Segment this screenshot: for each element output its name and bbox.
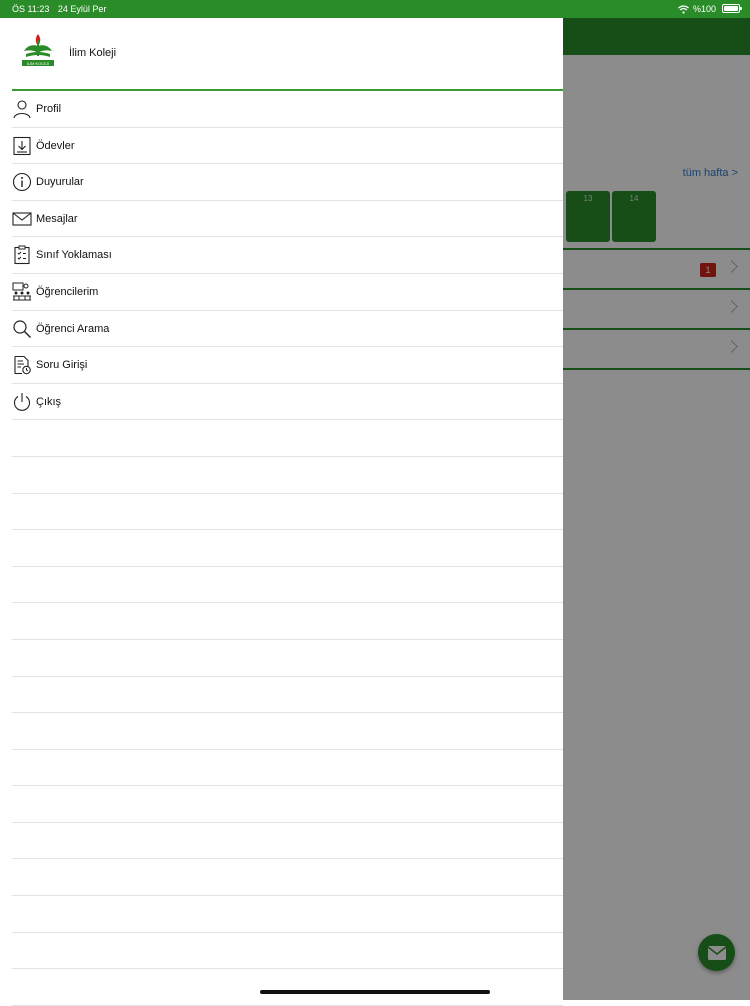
menu-item-label: Duyurular — [36, 176, 84, 189]
menu-item-label: Sınıf Yoklaması — [36, 249, 112, 262]
status-time: ÖS 11:23 — [12, 4, 50, 14]
empty-row — [12, 823, 563, 860]
empty-row — [12, 457, 563, 494]
menu-item-question-entry[interactable]: Soru Girişi — [12, 347, 563, 384]
home-indicator[interactable] — [260, 990, 490, 994]
side-drawer: İLİM KOLEJİ İlim Koleji Profil Ödevler D… — [0, 0, 563, 1006]
drawer-header: İLİM KOLEJİ İlim Koleji — [0, 18, 563, 90]
empty-row — [12, 677, 563, 714]
info-icon — [12, 173, 32, 192]
battery-icon — [722, 4, 742, 13]
drawer-menu: Profil Ödevler Duyurular Mesajlar Sınıf … — [12, 91, 563, 1006]
search-icon — [13, 319, 31, 338]
empty-row — [12, 786, 563, 823]
envelope-icon — [12, 212, 32, 226]
menu-item-announcements[interactable]: Duyurular — [12, 164, 563, 201]
status-date: 24 Eylül Per — [57, 4, 107, 14]
empty-row — [12, 530, 563, 567]
status-bar: ÖS 11:23 24 Eylül Per %100 — [0, 0, 750, 18]
menu-item-attendance[interactable]: Sınıf Yoklaması — [12, 237, 563, 274]
menu-item-student-search[interactable]: Öğrenci Arama — [12, 311, 563, 348]
battery-percent: %100 — [692, 4, 716, 14]
power-icon — [13, 392, 31, 411]
menu-item-label: Öğrencilerim — [36, 285, 99, 298]
question-entry-icon — [14, 356, 31, 375]
empty-row — [12, 494, 563, 531]
empty-row — [12, 933, 563, 970]
empty-row — [12, 750, 563, 787]
empty-row — [12, 969, 563, 1006]
empty-row — [12, 713, 563, 750]
menu-item-homework[interactable]: Ödevler — [12, 128, 563, 165]
logo-text: İLİM KOLEJİ — [27, 61, 50, 66]
menu-item-label: Profil — [36, 103, 62, 115]
menu-item-label: Öğrenci Arama — [36, 322, 110, 335]
empty-row — [12, 640, 563, 677]
menu-item-label: Mesajlar — [36, 212, 78, 225]
empty-row — [12, 420, 563, 457]
menu-item-logout[interactable]: Çıkış — [12, 384, 563, 421]
classroom-icon — [12, 282, 31, 301]
menu-item-label: Çıkış — [36, 395, 62, 408]
school-logo: İLİM KOLEJİ — [22, 34, 54, 66]
wifi-icon — [678, 4, 689, 14]
school-name: İlim Koleji — [69, 47, 117, 59]
menu-item-my-students[interactable]: Öğrencilerim — [12, 274, 563, 311]
empty-row — [12, 603, 563, 640]
menu-item-profile[interactable]: Profil — [12, 91, 563, 128]
menu-item-label: Ödevler — [36, 139, 75, 152]
person-icon — [13, 100, 31, 119]
menu-item-label: Soru Girişi — [36, 359, 88, 372]
clipboard-icon — [14, 245, 30, 265]
empty-row — [12, 859, 563, 897]
download-icon — [13, 136, 31, 155]
empty-row — [12, 567, 563, 604]
menu-item-messages[interactable]: Mesajlar — [12, 201, 563, 238]
empty-row — [12, 896, 563, 933]
